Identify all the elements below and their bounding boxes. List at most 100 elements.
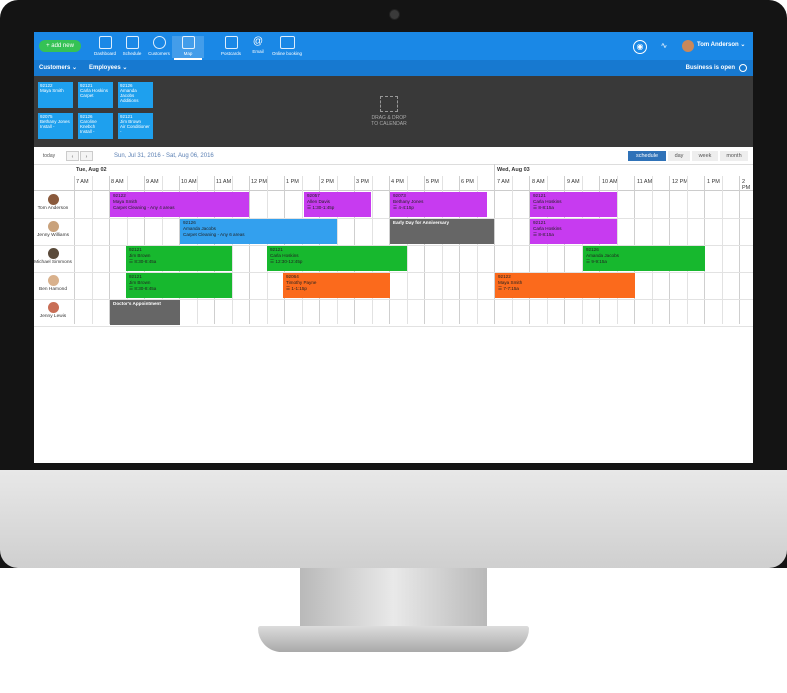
job-event[interactable]: 92121 Jim Brown ☰ 8:30-8:45a — [126, 273, 232, 298]
customers-dropdown[interactable]: Customers ⌄ — [39, 60, 77, 76]
calendar-toolbar: today ‹ › Sun, Jul 31, 2016 - Sat, Aug 0… — [34, 147, 753, 165]
hour-label: 1 PM — [286, 179, 299, 185]
job-card[interactable]: 92121 Carla Hoskins Carpet — [78, 82, 113, 108]
day-header-row: Tue, Aug 02 Wed, Aug 03 — [34, 164, 753, 176]
job-card[interactable]: 92122 Maya Smith — [38, 82, 73, 108]
job-service: Carpet — [80, 93, 94, 98]
view-week-button[interactable]: week — [692, 151, 718, 161]
job-event[interactable]: 92121 Carla Hoskins ☰ 12:30-12:45p — [267, 246, 407, 271]
hour-label: 11 AM — [637, 179, 653, 185]
view-schedule-button[interactable]: schedule — [628, 151, 666, 161]
job-card[interactable]: 92121 Jim Brown Air Conditioner - — [118, 113, 153, 139]
next-button[interactable]: › — [80, 151, 93, 161]
nav-map[interactable]: Map — [172, 36, 204, 60]
job-event[interactable]: 92126 Amanda Jacobs Carpet Cleaning - Any … — [180, 219, 337, 244]
calendar-icon — [125, 36, 139, 49]
job-card[interactable]: 92126 Caroline Knebch Install - — [78, 113, 113, 139]
event-customer: Carla Hoskins — [533, 226, 562, 231]
job-event[interactable]: 92073 Bethany Jones ☰ 4-4:15p — [390, 192, 487, 217]
event-id: 92122 — [498, 274, 511, 279]
map-icon — [181, 36, 195, 49]
avatar — [47, 248, 59, 259]
job-customer: Amanda Jacobs — [120, 88, 137, 98]
event-detail: ☰ 1-1:15p — [286, 286, 307, 291]
day-header: Wed, Aug 03 — [497, 167, 530, 173]
activity-icon[interactable]: ∿ — [658, 40, 670, 52]
event-customer: Jim Brown — [129, 280, 151, 285]
job-card[interactable]: 92126 Amanda Jacobs Additions — [118, 82, 153, 108]
job-event[interactable]: 92121 Jim Brown ☰ 8:30-8:45a — [126, 246, 232, 271]
event-id: 92121 — [129, 274, 142, 279]
event-id: 92064 — [286, 274, 299, 279]
resource-cell[interactable]: Ben Hamond — [34, 272, 72, 299]
event-id: 92126 — [586, 247, 599, 252]
hour-label: 1 PM — [707, 179, 720, 185]
event-detail: Carpet Cleaning - Any 6 areas — [183, 232, 245, 237]
avatar[interactable] — [682, 40, 694, 52]
event-detail: ☰ 8:30-8:45a — [129, 286, 157, 291]
dashboard-icon — [98, 36, 112, 49]
nav-label: Dashboard — [93, 51, 116, 56]
event-customer: Maya Smith — [498, 280, 523, 285]
time-off-event[interactable]: Doctor's Appointment — [110, 300, 180, 325]
resource-cell[interactable]: Michael Simmons — [34, 245, 72, 272]
job-card[interactable]: 92075 Bethany Jones Install - — [38, 113, 73, 139]
nav-label: Customers — [148, 51, 170, 56]
resource-name: Ben Hamond — [39, 287, 67, 292]
date-range: Sun, Jul 31, 2016 - Sat, Aug 06, 2016 — [114, 153, 214, 159]
view-day-button[interactable]: day — [668, 151, 690, 161]
job-event[interactable]: 92126 Amanda Jacobs ☰ 9-9:15a — [583, 246, 705, 271]
nav-customers[interactable]: Customers — [143, 36, 175, 58]
add-new-button[interactable]: + add new — [39, 40, 81, 52]
time-off-event[interactable]: Early Day for Anniversary — [390, 219, 494, 244]
event-id: 92121 — [533, 193, 546, 198]
employees-dropdown[interactable]: Employees ⌄ — [89, 60, 127, 76]
user-menu[interactable]: Tom Anderson ⌄ — [697, 41, 745, 48]
nav-label: Schedule — [122, 51, 142, 56]
avatar — [47, 221, 59, 232]
today-button[interactable]: today — [38, 151, 60, 161]
job-service: Additions — [120, 98, 139, 103]
event-detail: ☰ 8-8:15a — [533, 205, 554, 210]
nav-label: Online booking — [271, 51, 303, 56]
job-event[interactable]: 92057 Allen Davis ☰ 1:30-1:45p — [304, 192, 371, 217]
event-detail: Carpet Cleaning - Any 4 areas — [113, 205, 175, 210]
hour-label: 8 AM — [111, 179, 124, 185]
event-title: Doctor's Appointment — [113, 301, 161, 306]
user-name: Tom Anderson — [697, 42, 739, 48]
event-title: Early Day for Anniversary — [393, 220, 450, 225]
resource-cell[interactable]: Tom Anderson — [34, 191, 72, 218]
drop-zone[interactable]: DRAG & DROP TO CALENDAR — [354, 96, 424, 127]
nav-online-booking[interactable]: Online booking — [269, 36, 305, 58]
job-service: Install - — [40, 124, 55, 129]
hour-label: 2 PM — [742, 179, 751, 191]
hour-label: 5 PM — [426, 179, 439, 185]
business-status[interactable]: Business is open — [686, 60, 735, 76]
event-detail: ☰ 1:30-1:45p — [307, 205, 335, 210]
job-event[interactable]: 92121 Carla Hoskins ☰ 8-8:15a — [530, 219, 617, 244]
prev-button[interactable]: ‹ — [66, 151, 79, 161]
job-event[interactable]: 92064 Timothy Payne ☰ 1-1:15p — [283, 273, 390, 298]
eye-icon[interactable]: ◉ — [633, 40, 647, 54]
hour-label: 2 PM — [321, 179, 334, 185]
event-customer: Jim Brown — [129, 253, 151, 258]
job-event[interactable]: 92122 Maya Smith Carpet Cleaning - Any 4 a… — [110, 192, 249, 217]
app-screen: + add new Dashboard Schedule Customers M… — [34, 32, 753, 463]
hour-label: 12 PM — [672, 179, 688, 185]
hour-label: 11 AM — [216, 179, 232, 185]
clock-icon — [739, 64, 747, 72]
job-event[interactable]: 92122 Maya Smith ☰ 7-7:15a — [495, 273, 635, 298]
hour-label: 12 PM — [251, 179, 267, 185]
drop-zone-label: TO CALENDAR — [371, 121, 407, 127]
hour-label: 4 PM — [391, 179, 404, 185]
chevron-down-icon: ⌄ — [740, 42, 746, 48]
filter-bar: Customers ⌄ Employees ⌄ Business is open — [34, 60, 753, 76]
event-customer: Maya Smith — [113, 199, 138, 204]
view-month-button[interactable]: month — [720, 151, 748, 161]
resource-cell[interactable]: Jenny Williams — [34, 218, 72, 245]
job-customer: Maya Smith — [40, 88, 64, 93]
job-event[interactable]: 92121 Carla Hoskins ☰ 8-8:15a — [530, 192, 617, 217]
event-customer: Amanda Jacobs — [183, 226, 216, 231]
resource-name: Jenny Lewis — [39, 314, 67, 319]
resource-cell[interactable]: Jenny Lewis — [34, 299, 72, 326]
